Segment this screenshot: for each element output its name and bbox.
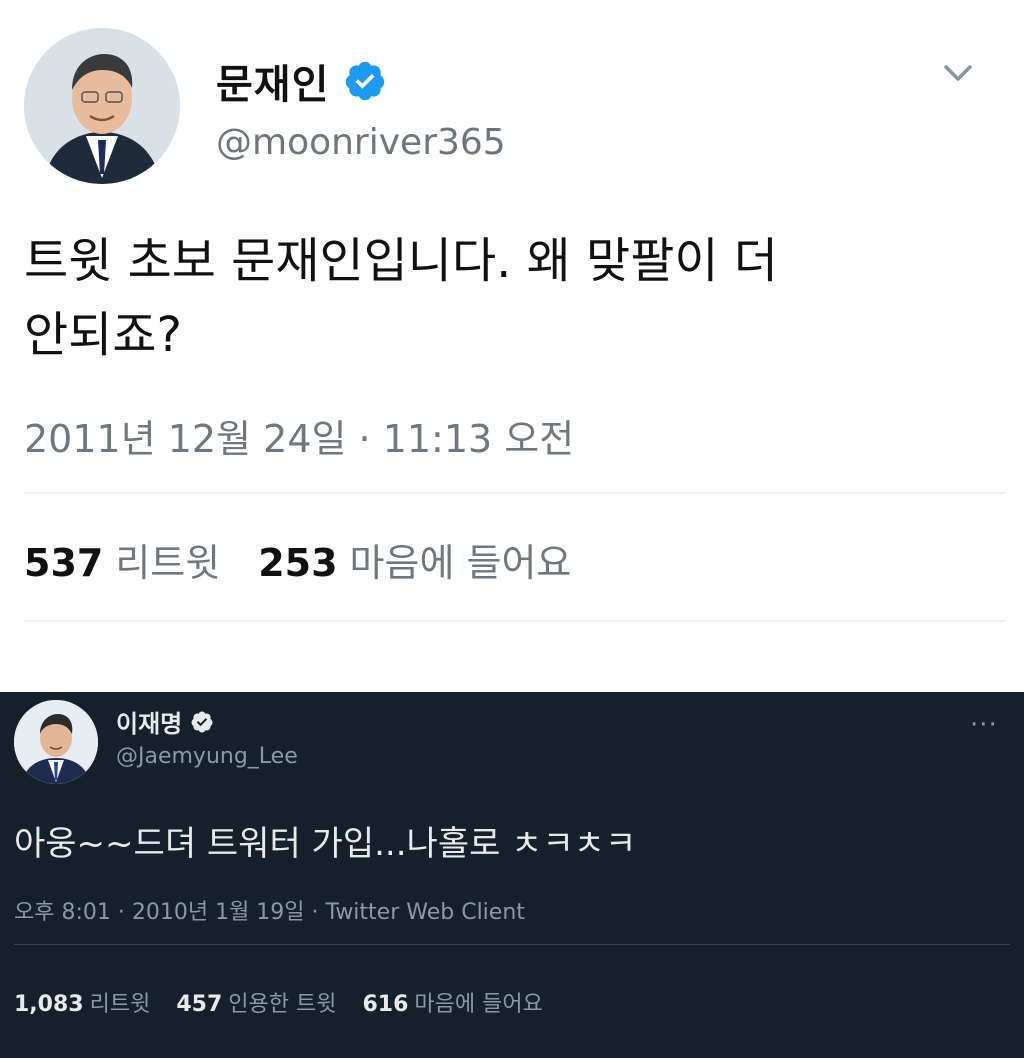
display-name[interactable]: 이재명	[116, 704, 182, 739]
avatar[interactable]	[24, 28, 180, 184]
retweets-label: 리트윗	[115, 541, 221, 585]
divider	[14, 944, 1010, 945]
author-name-row: 이재명	[116, 704, 214, 739]
tweet-meta[interactable]: 오후 8:01 · 2010년 1월 19일 · Twitter Web Cli…	[14, 894, 525, 926]
tweet-text: 트윗 초보 문재인입니다. 왜 맞팔이 더 안되죠?	[24, 224, 1004, 372]
tweet-stats: 1,083 리트윗 457 인용한 트윗 616 마음에 들어요	[14, 986, 543, 1018]
retweets-stat[interactable]: 537 리트윗	[24, 532, 220, 587]
avatar-portrait	[24, 28, 180, 184]
likes-label: 마음에 들어요	[414, 992, 543, 1017]
likes-count: 616	[362, 992, 409, 1017]
tweet-stats: 537 리트윗 253 마음에 들어요	[24, 532, 571, 587]
retweets-count: 1,083	[14, 992, 84, 1017]
display-name[interactable]: 문재인	[216, 52, 329, 110]
verified-badge-icon	[191, 711, 213, 732]
chevron-down-icon[interactable]	[938, 58, 978, 88]
divider	[24, 492, 1006, 494]
author-name-row: 문재인	[216, 52, 387, 110]
more-dots-icon[interactable]: ···	[970, 710, 998, 740]
likes-stat[interactable]: 253 마음에 들어요	[258, 532, 571, 587]
verified-badge-icon	[346, 61, 385, 101]
author-handle[interactable]: @moonriver365	[216, 122, 506, 163]
quotes-count: 457	[176, 992, 223, 1017]
retweets-label: 리트윗	[89, 992, 151, 1017]
tweet-card-moon[interactable]: 문재인 @moonriver365 트윗 초보 문재인입니다. 왜 맞팔이 더 …	[0, 0, 1024, 692]
divider	[24, 620, 1006, 622]
avatar-portrait	[14, 700, 98, 784]
tweet-text-line: 트윗 초보 문재인입니다. 왜 맞팔이 더	[24, 233, 778, 289]
likes-count: 253	[258, 541, 338, 585]
tweet-text: 아웅~~드뎌 트워터 가입...나홀로 ㅊㅋㅊㅋ	[14, 824, 637, 864]
tweet-card-lee[interactable]: 이재명 @Jaemyung_Lee ··· 아웅~~드뎌 트워터 가입...나홀…	[0, 692, 1024, 1058]
retweets-stat[interactable]: 1,083 리트윗	[14, 986, 150, 1018]
likes-label: 마음에 들어요	[349, 541, 572, 585]
retweets-count: 537	[24, 541, 104, 585]
tweet-text-line: 안되죠?	[24, 307, 182, 363]
likes-stat[interactable]: 616 마음에 들어요	[362, 986, 542, 1018]
quotes-stat[interactable]: 457 인용한 트윗	[176, 986, 336, 1018]
avatar[interactable]	[14, 700, 98, 784]
author-handle[interactable]: @Jaemyung_Lee	[116, 744, 298, 769]
quotes-label: 인용한 트윗	[228, 992, 337, 1017]
tweet-timestamp[interactable]: 2011년 12월 24일 · 11:13 오전	[24, 408, 574, 463]
